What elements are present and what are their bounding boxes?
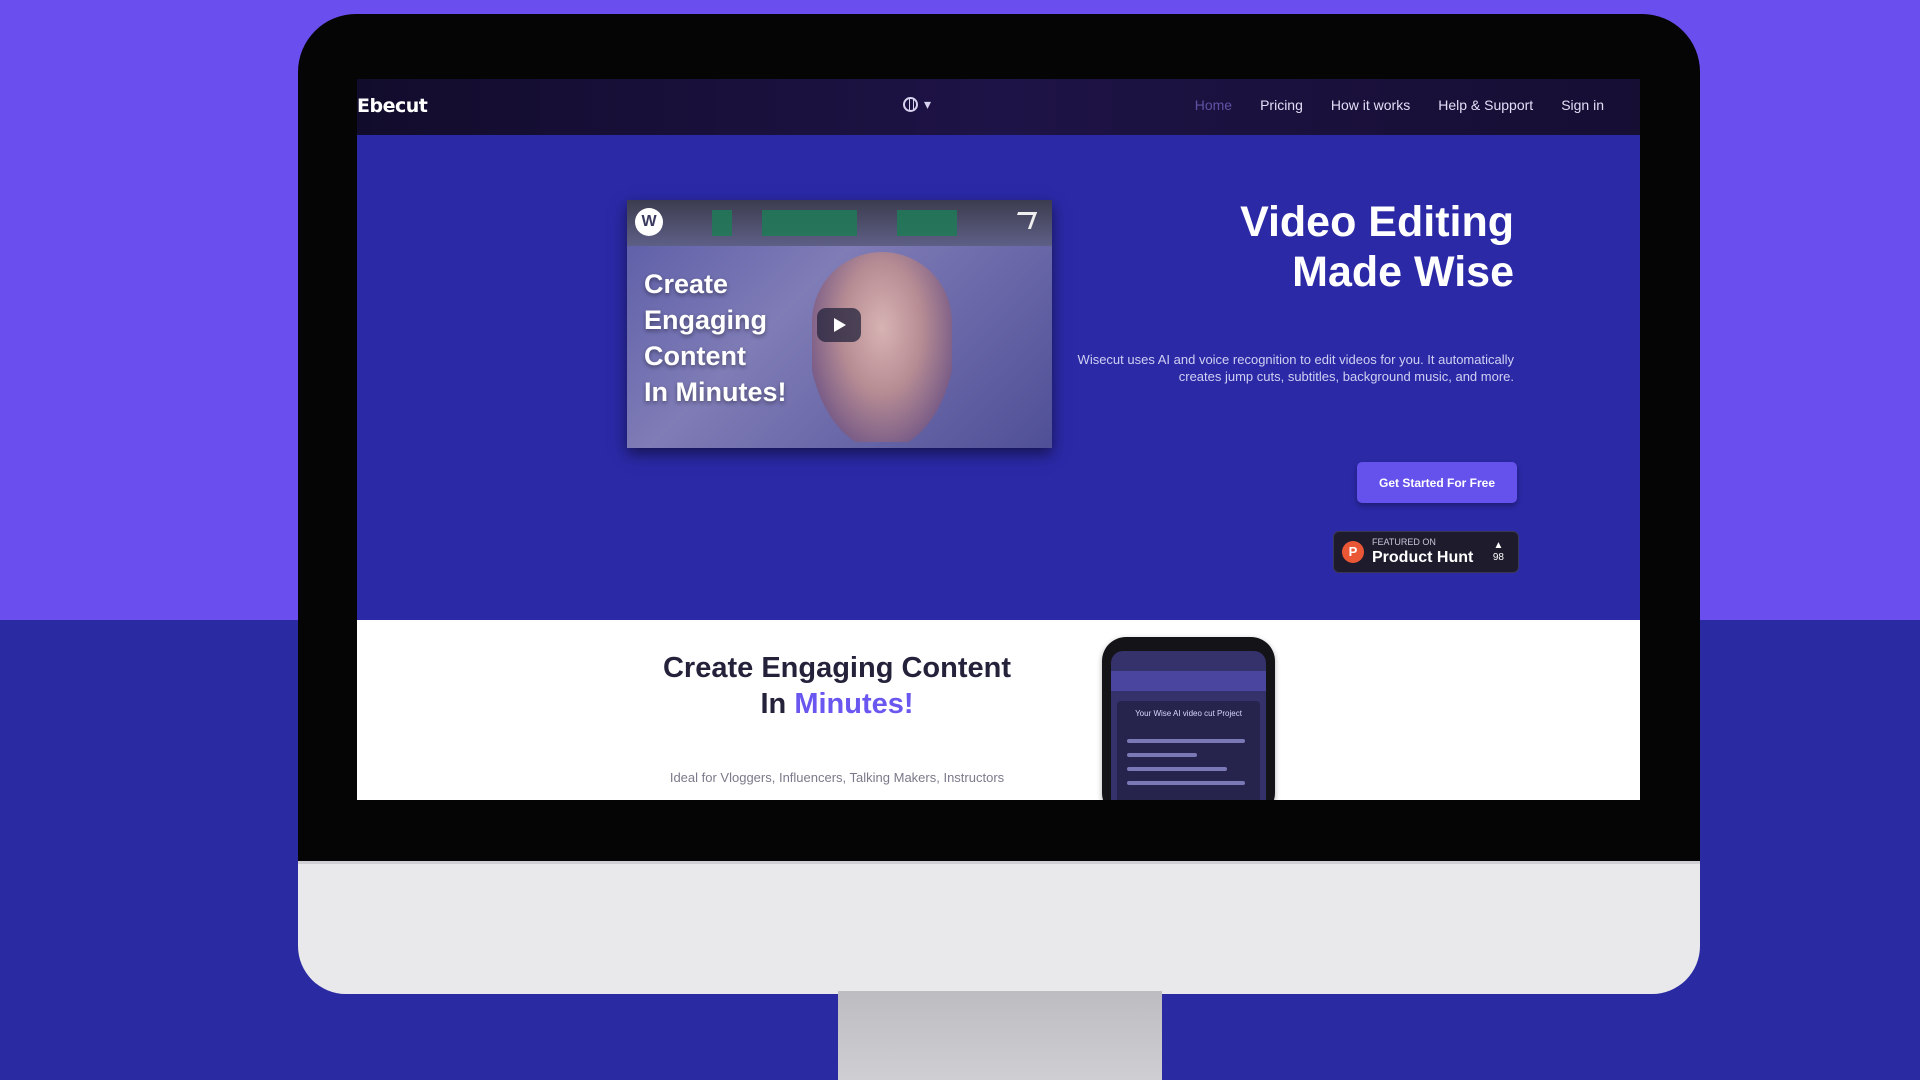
get-started-button[interactable]: Get Started For Free <box>1357 462 1517 503</box>
upvote-counter: ▲ 98 <box>1493 540 1504 564</box>
hero-title-line: Video Editing <box>1240 198 1514 246</box>
globe-icon <box>903 97 918 112</box>
channel-avatar[interactable]: W <box>635 208 663 236</box>
product-hunt-icon: P <box>1342 541 1364 563</box>
video-caption-chip <box>762 210 857 236</box>
section-title-accent: Minutes! <box>794 688 914 720</box>
phone-text-line <box>1127 753 1197 757</box>
phone-text-line <box>1127 767 1227 771</box>
hero-title-line: Made Wise <box>1292 248 1514 296</box>
section-subtitle: Ideal for Vloggers, Influencers, Talking… <box>669 770 1005 785</box>
phone-text-line <box>1127 739 1245 743</box>
product-hunt-name: Product Hunt <box>1372 549 1474 566</box>
nav-link-help-support[interactable]: Help & Support <box>1438 97 1533 113</box>
phone-project-card: Your Wise AI video cut Project <box>1117 701 1260 800</box>
hero-title: Video Editing Made Wise <box>1057 197 1514 297</box>
video-overlay-line: Create <box>644 269 729 299</box>
phone-screen: Your Wise AI video cut Project <box>1111 651 1266 800</box>
upvote-count: 98 <box>1492 552 1504 563</box>
monitor-screen: Ebecut ▾ Home Pricing How it works Help … <box>357 79 1640 800</box>
nav-link-how-it-works[interactable]: How it works <box>1331 97 1410 113</box>
play-icon[interactable] <box>817 308 861 342</box>
phone-text-line <box>1127 781 1245 785</box>
nav-link-home[interactable]: Home <box>1195 97 1232 113</box>
video-title-bar: W <box>627 200 1052 246</box>
video-overlay-text: Create Engaging Content In Minutes! <box>644 266 787 410</box>
video-caption-chip <box>712 210 732 236</box>
video-overlay-line: Content <box>644 341 746 371</box>
features-section: Create Engaging Content In Minutes! Idea… <box>357 620 1640 800</box>
nav-link-sign-in[interactable]: Sign in <box>1561 97 1604 113</box>
section-title: Create Engaging Content In Minutes! <box>627 650 1047 722</box>
section-title-line: Create Engaging Content <box>662 652 1011 684</box>
share-icon[interactable] <box>1011 212 1038 229</box>
monitor-chin <box>298 861 1700 994</box>
phone-mockup: Your Wise AI video cut Project <box>1102 637 1275 800</box>
monitor-stand <box>838 991 1162 1080</box>
phone-card-title: Your Wise AI video cut Project <box>1135 709 1242 718</box>
upvote-arrow-icon: ▲ <box>1493 540 1504 551</box>
section-title-line: In Minutes! <box>627 686 1047 722</box>
video-thumbnail-person <box>812 252 952 442</box>
hero-video-player[interactable]: W Create Engaging Content In Minutes! <box>627 200 1052 448</box>
section-title-prefix: In <box>760 688 795 720</box>
video-overlay-line: Engaging <box>644 305 767 335</box>
chevron-down-icon: ▾ <box>924 96 932 112</box>
product-hunt-small-label: FEATURED ON <box>1372 537 1436 547</box>
nav-links: Home Pricing How it works Help & Support… <box>1195 97 1640 113</box>
language-selector[interactable]: ▾ <box>903 96 931 113</box>
top-navbar: Ebecut ▾ Home Pricing How it works Help … <box>357 79 1640 135</box>
phone-app-bar <box>1111 671 1266 691</box>
hero-description: Wisecut uses AI and voice recognition to… <box>1077 352 1514 384</box>
product-hunt-badge[interactable]: P FEATURED ON Product Hunt ▲ 98 <box>1333 531 1519 573</box>
video-overlay-line: In Minutes! <box>644 377 787 407</box>
nav-link-pricing[interactable]: Pricing <box>1260 97 1303 113</box>
site-logo[interactable]: Ebecut <box>357 95 428 117</box>
video-caption-chip <box>897 210 957 236</box>
